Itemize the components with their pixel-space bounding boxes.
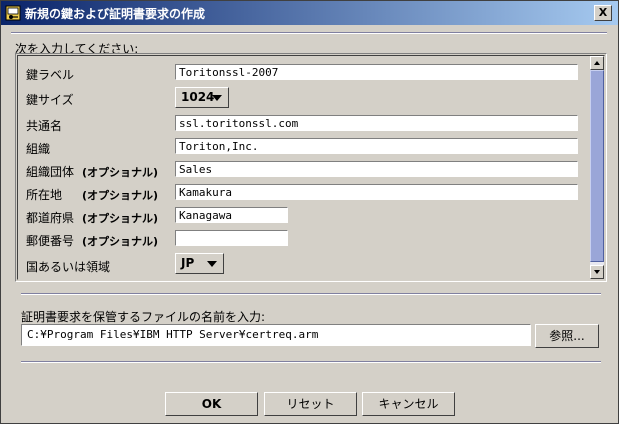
postal-code-input[interactable]: [175, 230, 288, 246]
create-key-dialog: 新規の鍵および証明書要求の作成 X 次を入力してください: 鍵ラベル Torit…: [0, 0, 619, 424]
postal-code-label: 郵便番号: [26, 234, 75, 248]
reset-button[interactable]: リセット: [264, 392, 357, 416]
key-size-value: 1024: [181, 90, 215, 104]
divider: [21, 293, 601, 295]
form-panel: 鍵ラベル Toritonssl-2007 鍵サイズ 1024 共通名 ssl.t…: [15, 53, 607, 282]
key-size-select[interactable]: 1024: [175, 87, 229, 108]
chevron-down-icon: [207, 261, 217, 267]
title-bar: 新規の鍵および証明書要求の作成 X: [1, 1, 618, 25]
organization-label: 組織: [26, 142, 51, 156]
scroll-down-button[interactable]: [590, 265, 604, 279]
divider: [11, 32, 607, 34]
dialog-title: 新規の鍵および証明書要求の作成: [25, 7, 206, 21]
chevron-down-icon: [212, 95, 222, 101]
locality-input[interactable]: Kamakura: [175, 184, 578, 200]
key-size-label: 鍵サイズ: [26, 93, 74, 107]
cancel-button[interactable]: キャンセル: [362, 392, 455, 416]
key-label-label: 鍵ラベル: [26, 68, 75, 82]
vertical-scrollbar[interactable]: [590, 56, 604, 279]
organization-unit-input[interactable]: Sales: [175, 161, 578, 177]
state-input[interactable]: Kanagawa: [175, 207, 288, 223]
close-button[interactable]: X: [594, 5, 612, 21]
scroll-up-arrow-icon: [594, 61, 600, 65]
common-name-input[interactable]: ssl.toritonssl.com: [175, 115, 578, 131]
optional-tag: (オプショナル): [82, 212, 159, 225]
scrollbar-thumb[interactable]: [590, 70, 604, 262]
scroll-up-button[interactable]: [590, 56, 604, 70]
key-certificate-icon: [5, 5, 21, 21]
browse-button[interactable]: 参照...: [535, 324, 599, 348]
optional-tag: (オプショナル): [82, 166, 159, 179]
locality-label: 所在地: [26, 188, 63, 202]
key-label-input[interactable]: Toritonssl-2007: [175, 64, 578, 80]
optional-tag: (オプショナル): [82, 235, 159, 248]
country-value: JP: [181, 256, 195, 270]
state-label: 都道府県: [26, 211, 75, 225]
common-name-label: 共通名: [26, 119, 63, 133]
file-name-label: 証明書要求を保管するファイルの名前を入力:: [21, 310, 266, 324]
organization-unit-label: 組織団体: [26, 165, 75, 179]
organization-input[interactable]: Toriton,Inc.: [175, 138, 578, 154]
country-select[interactable]: JP: [175, 253, 224, 274]
close-icon: X: [598, 6, 608, 19]
divider: [21, 361, 601, 363]
ok-button[interactable]: OK: [165, 392, 258, 416]
file-name-input[interactable]: C:¥Program Files¥IBM HTTP Server¥certreq…: [21, 324, 531, 346]
optional-tag: (オプショナル): [82, 189, 159, 202]
country-label: 国あるいは領域: [26, 260, 111, 274]
scroll-down-arrow-icon: [594, 270, 600, 274]
